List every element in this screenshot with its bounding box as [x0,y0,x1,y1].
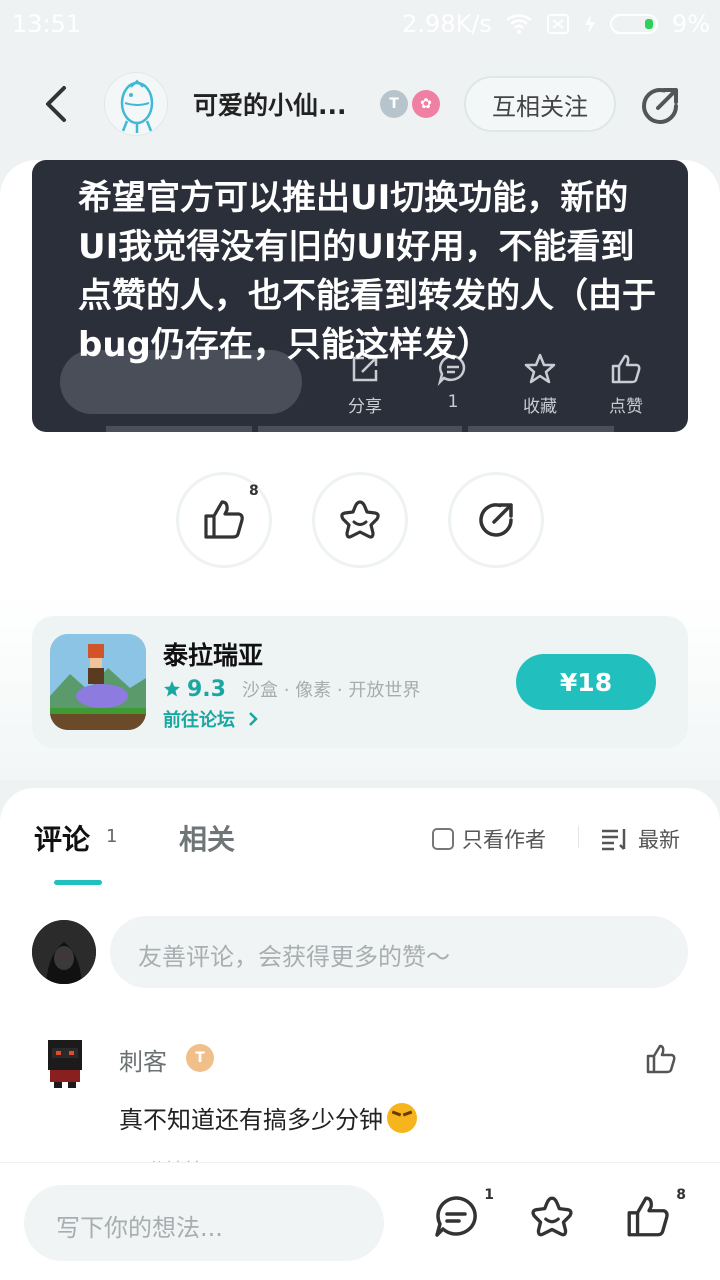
game-card[interactable]: 泰拉瑞亚 9.3 沙盒 · 像素 · 开放世界 前往论坛 ¥18 [32,616,688,748]
my-avatar[interactable] [32,920,96,984]
sort-icon [602,829,626,851]
game-score: 9.3 [187,676,226,702]
post-header: 可爱的小仙... T ✿ 互相关注 [0,60,720,150]
post-media[interactable]: 分享 1 收藏 点赞 希望官方可以推出UI切换功能，新的UI我觉得没有旧的UI好… [32,160,688,432]
bottom-like-count: 8 [676,1187,686,1203]
forum-link-label: 前往论坛 [163,710,235,731]
status-bar: 13:51 2.98K/s 9% [0,0,720,52]
level-badge-icon: T [186,1044,214,1072]
thumbs-up-icon [627,1196,669,1237]
comment-input[interactable]: 友善评论，会获得更多的赞～ [110,916,688,988]
media-comment-count: 1 [447,392,459,412]
media-thumbnail-strip [32,424,688,432]
media-like-label: 点赞 [609,397,643,417]
share-button[interactable] [448,472,544,568]
media-collect-label: 收藏 [523,397,557,417]
bottom-collect-button[interactable] [528,1193,576,1245]
bottom-like-button[interactable]: 8 [624,1187,686,1245]
sort-button[interactable]: 最新 [600,824,680,854]
tab-comments[interactable]: 评论 [34,818,90,858]
author-only-label: 只看作者 [462,828,546,852]
like-count: 8 [249,483,259,499]
angry-emoji-icon [387,1102,417,1133]
like-button[interactable]: 8 [176,472,272,568]
share-icon[interactable] [636,82,684,130]
tab-comments-count: 1 [106,826,118,847]
author-avatar[interactable] [104,72,168,136]
charging-icon [584,14,595,34]
comment-body: 真不知道还有搞多少分钟 [119,1106,383,1134]
buy-button[interactable]: ¥18 [516,654,656,710]
sim-icon [546,14,569,34]
commenter-name[interactable]: 刺客 [119,1042,167,1077]
network-speed: 2.98K/s [402,10,492,38]
checkbox-icon [432,828,454,850]
share-icon [479,503,513,537]
level-badge-icon: T [380,90,408,118]
verified-badge-icon: ✿ [412,90,440,118]
collect-button[interactable] [312,472,408,568]
thumbs-up-icon[interactable] [644,1042,678,1076]
star-icon [531,1196,573,1237]
fish-avatar-icon [120,79,154,133]
divider [578,826,579,848]
bottom-bar: 写下你的想法... 1 8 [0,1162,720,1280]
media-share-label: 分享 [348,397,382,417]
reply-input[interactable]: 写下你的想法... [24,1185,384,1261]
tab-indicator [54,880,102,885]
sort-label: 最新 [638,828,680,852]
back-arrow-icon[interactable] [38,82,74,126]
follow-button[interactable]: 互相关注 [464,76,616,132]
comment-icon [435,1196,477,1237]
wifi-icon [506,14,532,34]
battery-level: 9% [671,10,710,38]
game-icon[interactable] [50,634,146,730]
commenter-avatar[interactable] [34,1030,96,1092]
game-tags: 沙盒 · 像素 · 开放世界 [241,680,421,701]
post-caption: 希望官方可以推出UI切换功能，新的UI我觉得没有旧的UI好用，不能看到点赞的人，… [78,178,656,365]
bottom-comment-button[interactable]: 1 [432,1187,494,1245]
comment-text: 真不知道还有搞多少分钟 [119,1100,417,1135]
thumbs-up-icon [204,500,244,539]
bottom-comment-count: 1 [484,1187,494,1203]
tab-related[interactable]: 相关 [179,818,235,858]
author-only-toggle[interactable]: 只看作者 [432,824,546,854]
status-time: 13:51 [12,10,82,38]
battery-icon [609,14,658,34]
author-name[interactable]: 可爱的小仙... [193,86,347,122]
star-filled-icon [164,681,180,697]
forum-link[interactable]: 前往论坛 [163,706,259,732]
star-icon [340,500,380,539]
game-rating: 9.3 沙盒 · 像素 · 开放世界 [163,676,420,702]
game-title: 泰拉瑞亚 [163,641,264,670]
chevron-right-icon [249,712,259,726]
